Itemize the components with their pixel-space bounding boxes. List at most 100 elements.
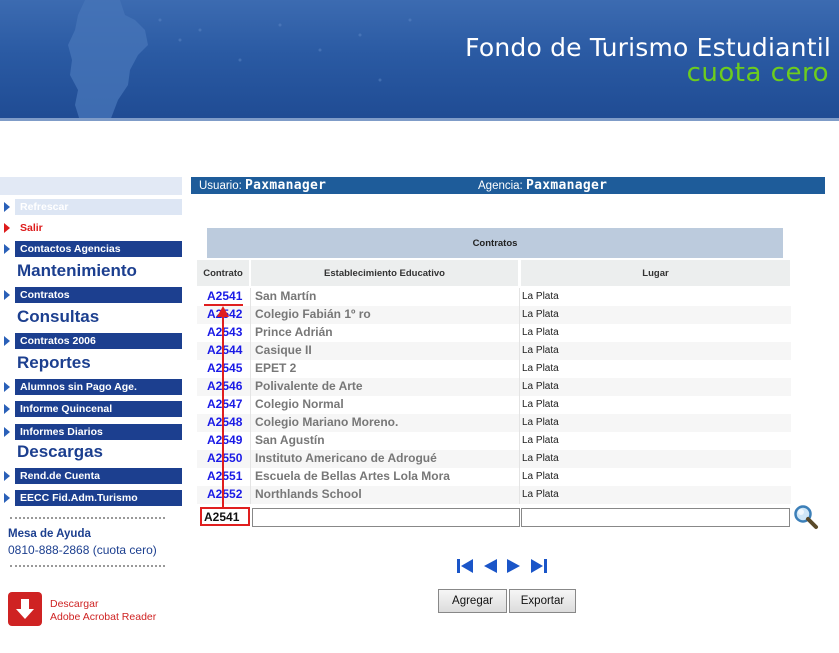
sidebar-item-contacts[interactable]: Contactos Agencias — [0, 241, 182, 257]
add-button[interactable]: Agregar — [438, 589, 507, 613]
sidebar-item-informes-diarios[interactable]: Informes Diarios — [0, 424, 182, 440]
sidebar-item-label: Salir — [15, 220, 182, 236]
establecimiento-cell: Casique II — [255, 343, 312, 357]
contract-link[interactable]: A2549 — [207, 433, 242, 447]
lugar-cell: La Plata — [522, 435, 559, 446]
sidebar-item-label: Alumnos sin Pago Age. — [15, 379, 182, 395]
table-row[interactable]: A2544 Casique II La Plata — [197, 342, 791, 360]
sidebar-item-contratos-2006[interactable]: Contratos 2006 — [0, 333, 182, 349]
sidebar-item-label: Informes Diarios — [15, 424, 182, 440]
contrato-filter-input[interactable]: A2541 — [200, 507, 250, 526]
establecimiento-cell: Prince Adrián — [255, 325, 333, 339]
last-page-icon[interactable] — [529, 557, 549, 575]
contract-link[interactable]: A2550 — [207, 451, 242, 465]
sidebar-item-eecc[interactable]: EECC Fid.Adm.Turismo — [0, 490, 182, 506]
sidebar-item-logout[interactable]: Salir — [0, 220, 182, 236]
establecimiento-cell: Polivalente de Arte — [255, 379, 363, 393]
lugar-cell: La Plata — [522, 417, 559, 428]
establecimiento-cell: Escuela de Bellas Artes Lola Mora — [255, 469, 450, 483]
table-row[interactable]: A2551 Escuela de Bellas Artes Lola Mora La… — [197, 468, 791, 486]
agency-label: Agencia: — [478, 180, 523, 192]
cell-separator — [250, 432, 251, 450]
export-button[interactable]: Exportar — [509, 589, 576, 613]
lugar-filter-input[interactable] — [521, 508, 790, 527]
acrobat-download-link[interactable]: Descargar Adobe Acrobat Reader — [8, 592, 168, 628]
pager — [455, 557, 555, 577]
contract-link[interactable]: A2541 — [207, 289, 242, 303]
lugar-cell: La Plata — [522, 363, 559, 374]
prev-page-icon[interactable] — [481, 557, 499, 575]
arrow-right-icon — [0, 490, 13, 506]
table-row[interactable]: A2548 Colegio Mariano Moreno. La Plata — [197, 414, 791, 432]
table-row[interactable]: A2550 Instituto Americano de Adrogué La Pl… — [197, 450, 791, 468]
user-bar: Usuario: Paxmanager Agencia: Paxmanager — [191, 177, 825, 194]
establecimiento-filter-input[interactable] — [252, 508, 520, 527]
lugar-cell: La Plata — [522, 471, 559, 482]
cell-separator — [519, 468, 520, 486]
table-row[interactable]: A2547 Colegio Normal La Plata — [197, 396, 791, 414]
divider — [10, 565, 165, 567]
cell-separator — [250, 486, 251, 504]
lugar-cell: La Plata — [522, 345, 559, 356]
sidebar-item-informe-quincenal[interactable]: Informe Quincenal — [0, 401, 182, 417]
contract-link[interactable]: A2546 — [207, 379, 242, 393]
arrow-right-icon — [0, 287, 13, 303]
sidebar-item-contratos[interactable]: Contratos — [0, 287, 182, 303]
contract-link[interactable]: A2543 — [207, 325, 242, 339]
table-row[interactable]: A2546 Polivalente de Arte La Plata — [197, 378, 791, 396]
sidebar-item-label: Rend.de Cuenta — [15, 468, 182, 484]
lugar-cell: La Plata — [522, 327, 559, 338]
table-row[interactable]: A2542 Colegio Fabián 1º ro La Plata — [197, 306, 791, 324]
argentina-map-icon — [68, 0, 148, 121]
banner-divider — [0, 118, 839, 121]
contract-link[interactable]: A2544 — [207, 343, 242, 357]
cell-separator — [519, 432, 520, 450]
column-header-establecimiento[interactable]: Establecimiento Educativo — [251, 260, 518, 286]
cell-separator — [519, 342, 520, 360]
sidebar-item-label: EECC Fid.Adm.Turismo — [15, 490, 182, 506]
lugar-cell: La Plata — [522, 399, 559, 410]
arrow-right-icon — [0, 199, 13, 215]
cell-separator — [250, 342, 251, 360]
sidebar-item-label: Contratos 2006 — [15, 333, 182, 349]
table-row[interactable]: A2549 San Agustín La Plata — [197, 432, 791, 450]
cell-separator — [250, 450, 251, 468]
contract-link[interactable]: A2552 — [207, 487, 242, 501]
sidebar-section-title: Mantenimiento — [17, 261, 137, 280]
cell-separator — [519, 288, 520, 306]
arrow-right-icon — [0, 333, 13, 349]
next-page-icon[interactable] — [505, 557, 523, 575]
sidebar-item-refresh[interactable]: Refrescar — [0, 199, 182, 215]
banner-subtitle: cuota cero — [686, 58, 829, 88]
download-icon — [8, 592, 42, 626]
contract-link[interactable]: A2551 — [207, 469, 242, 483]
table-row[interactable]: A2543 Prince Adrián La Plata — [197, 324, 791, 342]
column-header-lugar[interactable]: Lugar — [521, 260, 790, 286]
table-row[interactable]: A2541 San Martín La Plata — [197, 288, 791, 306]
sidebar-item-rend-cuenta[interactable]: Rend.de Cuenta — [0, 468, 182, 484]
table-row[interactable]: A2552 Northlands School La Plata — [197, 486, 791, 504]
sidebar-section-title: Consultas — [17, 307, 100, 326]
first-page-icon[interactable] — [455, 557, 475, 575]
establecimiento-cell: Colegio Fabián 1º ro — [255, 307, 371, 321]
contract-link[interactable]: A2545 — [207, 361, 242, 375]
help-title: Mesa de Ayuda — [8, 528, 91, 540]
cell-separator — [250, 324, 251, 342]
header-banner: Fondo de Turismo Estudiantil cuota cero — [0, 0, 839, 121]
sidebar-item-label: Contactos Agencias — [15, 241, 182, 257]
column-header-contrato[interactable]: Contrato — [197, 260, 249, 286]
agency-value: Paxmanager — [525, 178, 608, 193]
contract-link[interactable]: A2542 — [207, 307, 242, 321]
cell-separator — [250, 378, 251, 396]
contract-link[interactable]: A2547 — [207, 397, 242, 411]
lugar-cell: La Plata — [522, 453, 559, 464]
establecimiento-cell: Colegio Normal — [255, 397, 344, 411]
search-icon[interactable] — [793, 504, 819, 530]
sidebar-item-alumnos[interactable]: Alumnos sin Pago Age. — [0, 379, 182, 395]
divider — [10, 517, 165, 519]
table-row[interactable]: A2545 EPET 2 La Plata — [197, 360, 791, 378]
cell-separator — [519, 360, 520, 378]
acrobat-line2: Adobe Acrobat Reader — [50, 611, 157, 623]
arrow-right-icon — [0, 379, 13, 395]
contract-link[interactable]: A2548 — [207, 415, 242, 429]
